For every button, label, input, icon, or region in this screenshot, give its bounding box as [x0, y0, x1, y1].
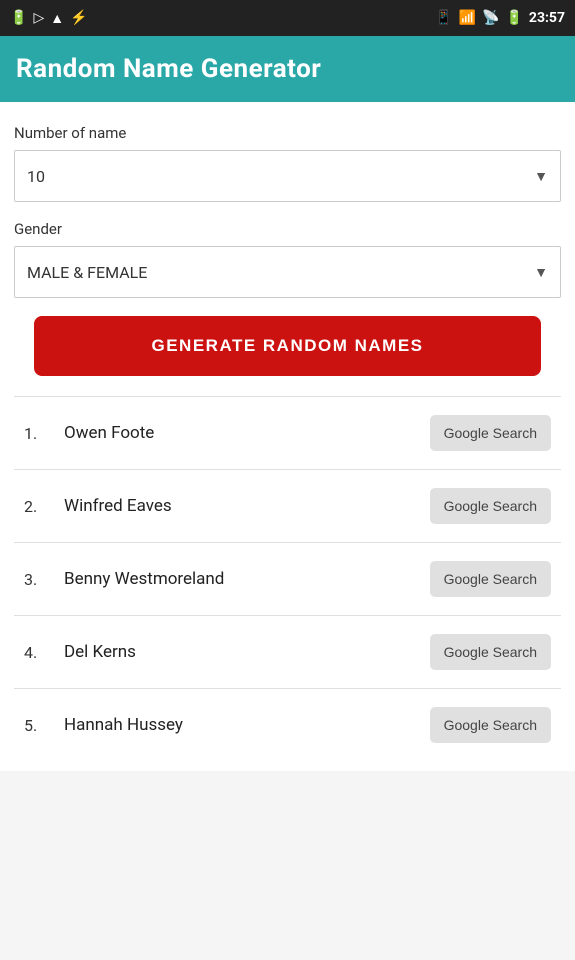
- result-name: Hannah Hussey: [64, 715, 430, 735]
- result-number: 2.: [24, 497, 64, 516]
- triangle-icon: ▲: [50, 10, 64, 27]
- result-number: 1.: [24, 424, 64, 443]
- wifi-icon: 📶: [459, 10, 476, 26]
- table-row: 5.Hannah HusseyGoogle Search: [14, 688, 561, 761]
- google-search-button[interactable]: Google Search: [430, 415, 551, 451]
- gender-label: Gender: [14, 220, 561, 238]
- phone-icon: 📱: [435, 10, 452, 26]
- result-name: Owen Foote: [64, 423, 430, 443]
- usb-icon: ⚡: [70, 10, 87, 26]
- result-number: 3.: [24, 570, 64, 589]
- results-list: 1.Owen FooteGoogle Search2.Winfred Eaves…: [14, 396, 561, 761]
- number-of-name-value: 10: [27, 167, 45, 186]
- play-icon: ▷: [33, 10, 44, 26]
- number-of-name-select[interactable]: 10 ▼: [14, 150, 561, 202]
- signal-icon: 📡: [482, 10, 499, 26]
- result-name: Winfred Eaves: [64, 496, 430, 516]
- battery-charging-icon: 🔋: [505, 10, 522, 26]
- google-search-button[interactable]: Google Search: [430, 488, 551, 524]
- app-header: Random Name Generator: [0, 36, 575, 102]
- generate-button[interactable]: GENERATE RANDOM NAMES: [34, 316, 541, 376]
- result-name: Del Kerns: [64, 642, 430, 662]
- result-number: 5.: [24, 716, 64, 735]
- gender-value: MALE & FEMALE: [27, 263, 147, 282]
- table-row: 1.Owen FooteGoogle Search: [14, 396, 561, 469]
- table-row: 2.Winfred EavesGoogle Search: [14, 469, 561, 542]
- battery-icon: 🔋: [10, 10, 27, 26]
- clock: 23:57: [529, 10, 565, 26]
- number-of-name-label: Number of name: [14, 124, 561, 142]
- status-bar: 🔋 ▷ ▲ ⚡ 📱 📶 📡 🔋 23:57: [0, 0, 575, 36]
- google-search-button[interactable]: Google Search: [430, 634, 551, 670]
- main-content: Number of name 10 ▼ Gender MALE & FEMALE…: [0, 102, 575, 771]
- gender-select[interactable]: MALE & FEMALE ▼: [14, 246, 561, 298]
- status-bar-icons: 🔋 ▷ ▲ ⚡: [10, 10, 88, 27]
- status-bar-right: 📱 📶 📡 🔋 23:57: [435, 10, 565, 26]
- chevron-down-icon: ▼: [534, 168, 548, 185]
- app-title: Random Name Generator: [16, 54, 559, 84]
- table-row: 4.Del KernsGoogle Search: [14, 615, 561, 688]
- chevron-down-icon-gender: ▼: [534, 264, 548, 281]
- google-search-button[interactable]: Google Search: [430, 561, 551, 597]
- table-row: 3.Benny WestmorelandGoogle Search: [14, 542, 561, 615]
- result-name: Benny Westmoreland: [64, 569, 430, 589]
- google-search-button[interactable]: Google Search: [430, 707, 551, 743]
- result-number: 4.: [24, 643, 64, 662]
